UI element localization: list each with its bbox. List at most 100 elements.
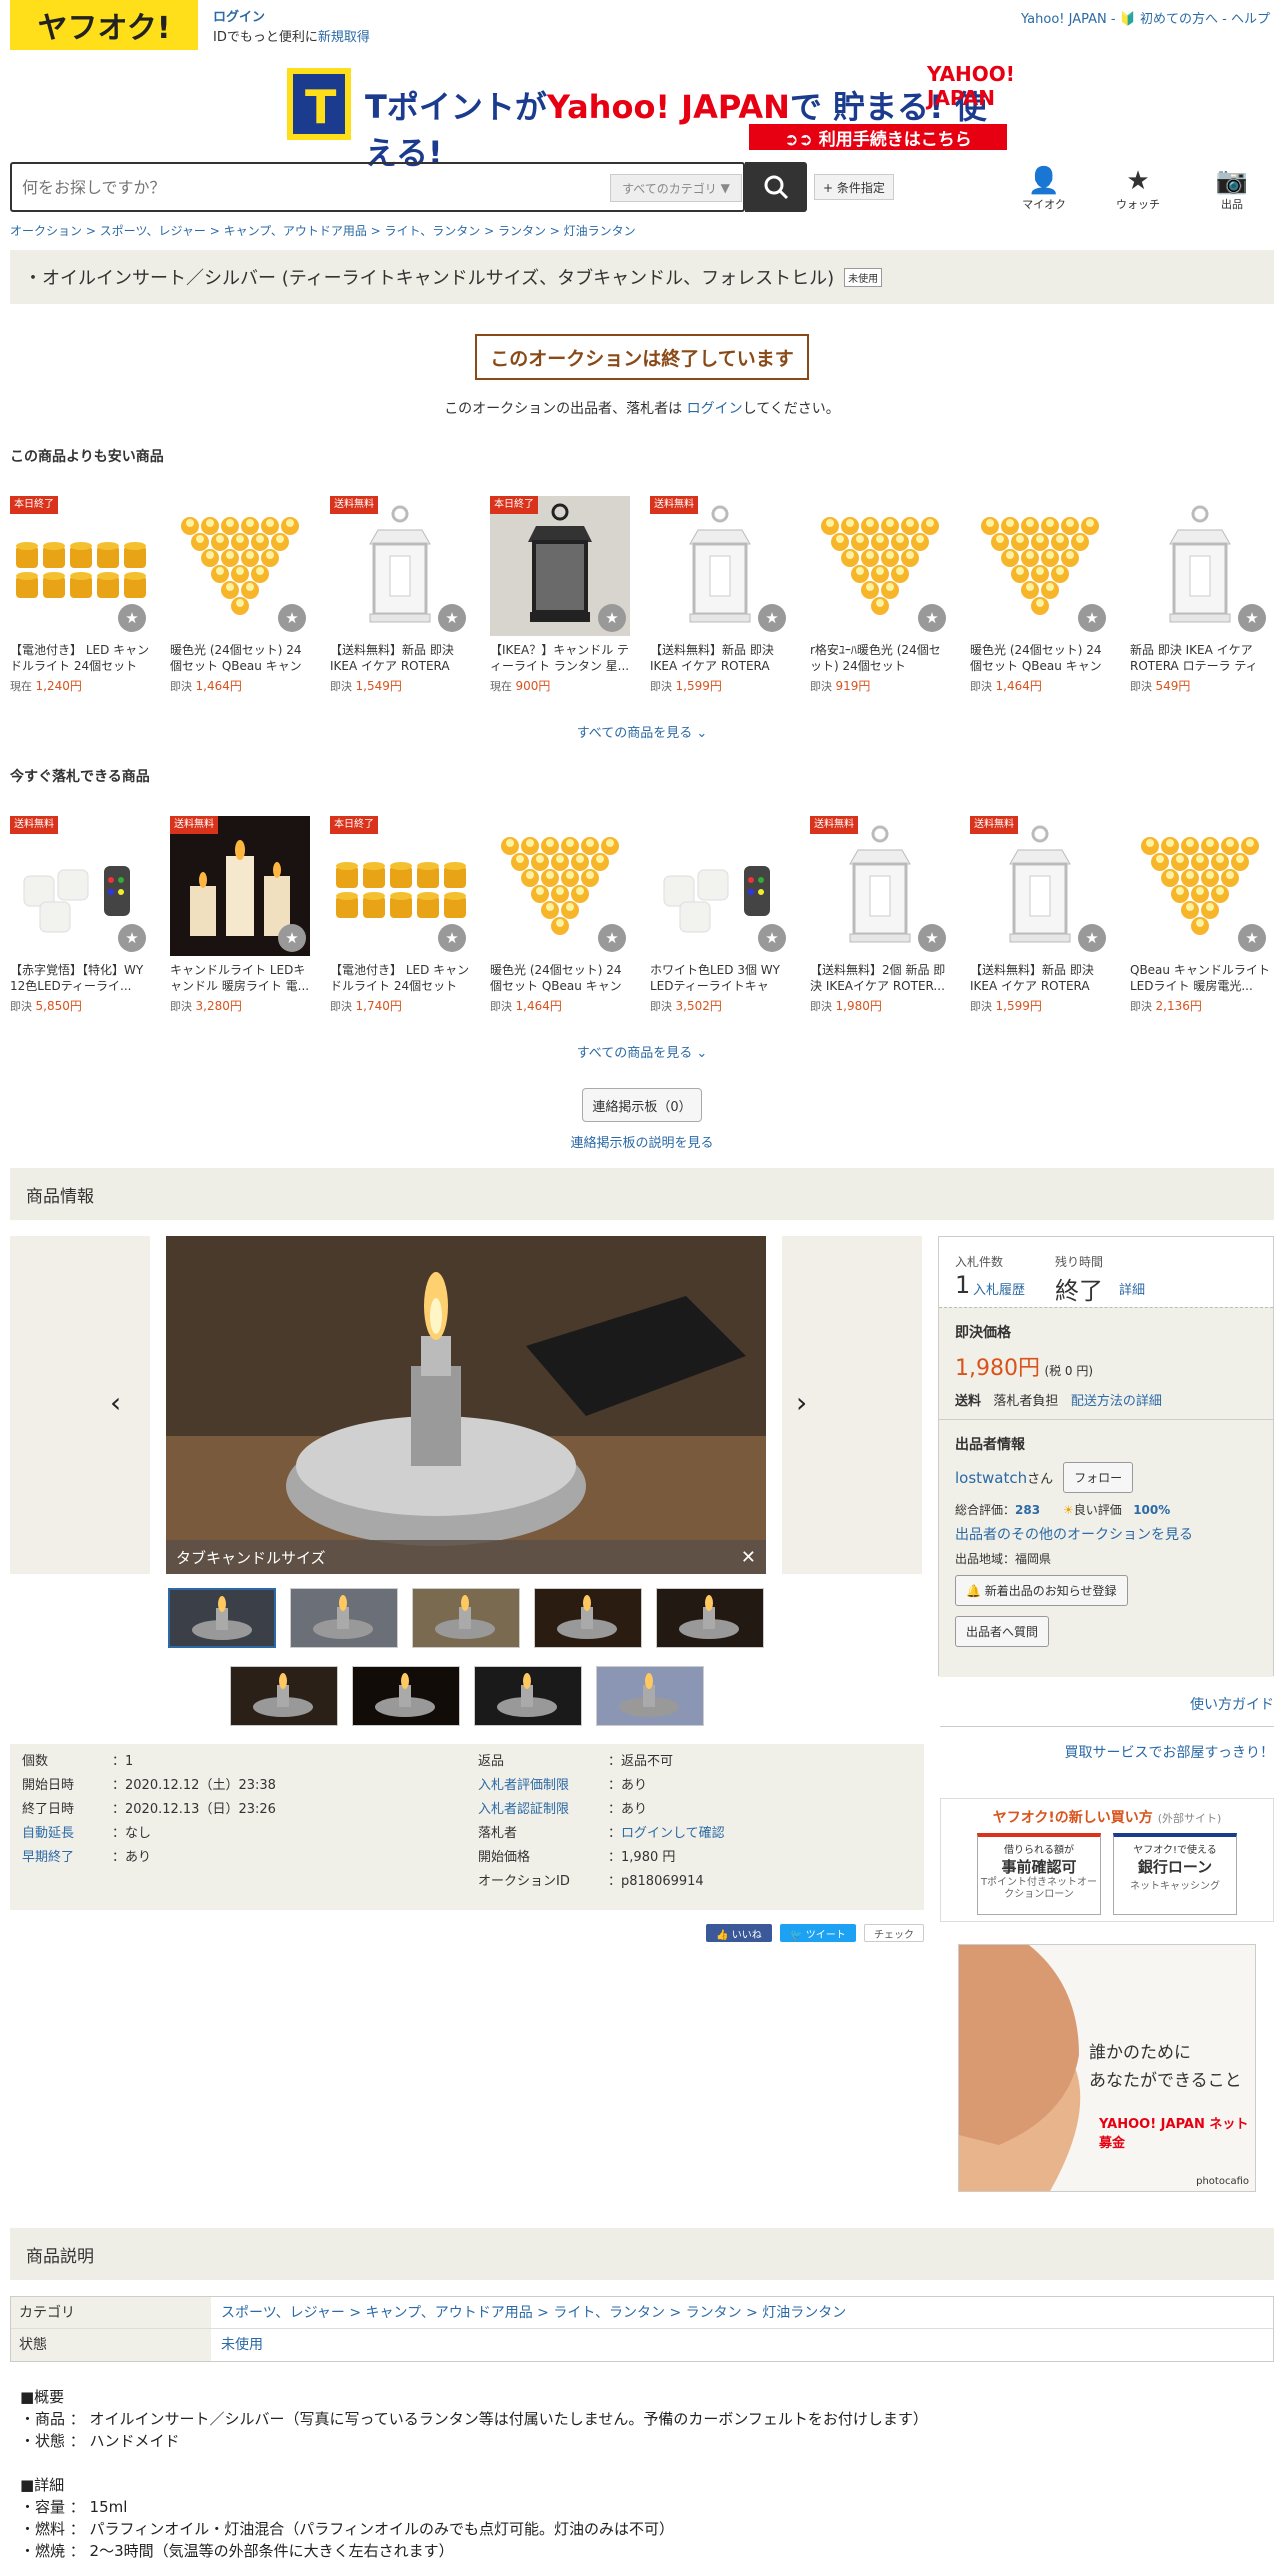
buynow-item-card[interactable]: ★ QBeau キャンドルライト LEDライト 暖房電光... 即決 2,136円 [1130, 816, 1270, 1015]
buynow-see-all-link[interactable]: すべての商品を見る ⌄ [0, 1042, 1284, 1061]
search-button[interactable] [745, 162, 807, 212]
rating-value[interactable]: 283 [1015, 1503, 1040, 1517]
watch-star-icon[interactable]: ★ [758, 924, 786, 952]
usage-guide-link[interactable]: 使い方ガイド [1190, 1694, 1274, 1714]
product-thumbnail[interactable]: 本日終了 ★ [330, 816, 470, 956]
buyback-service-link[interactable]: 買取サービスでお部屋すっきり！ [1065, 1742, 1274, 1762]
product-thumbnail[interactable]: ★ [650, 816, 790, 956]
gallery-thumbnail[interactable] [290, 1588, 398, 1648]
item-title[interactable]: QBeau キャンドルライト LEDライト 暖房電光... [1130, 962, 1270, 994]
ended-login-link[interactable]: ログイン [687, 401, 743, 417]
product-thumbnail[interactable]: ★ [170, 496, 310, 636]
desc-category-link[interactable]: スポーツ、レジャー > キャンプ、アウトドア用品 > ライト、ランタン > ラン… [211, 2297, 846, 2328]
breadcrumb[interactable]: オークション > スポーツ、レジャー > キャンプ、アウトドア用品 > ライト、… [10, 222, 636, 239]
watch-star-icon[interactable]: ★ [918, 604, 946, 632]
item-title[interactable]: 【電池付き】 LED キャンドルライト 24個セット ... [330, 962, 470, 994]
watch-star-icon[interactable]: ★ [118, 604, 146, 632]
item-title[interactable]: 【送料無料】2個 新品 即決 IKEAイケア ROTER... [810, 962, 950, 994]
watch-star-icon[interactable]: ★ [1238, 924, 1266, 952]
gallery-thumbnail[interactable] [168, 1588, 276, 1648]
product-thumbnail[interactable]: ★ [810, 496, 950, 636]
watch-star-icon[interactable]: ★ [1238, 604, 1266, 632]
banner-signup-button[interactable]: ➲➲ 利用手続きはこちら [749, 124, 1007, 150]
watch-star-icon[interactable]: ★ [438, 924, 466, 952]
cheaper-item-card[interactable]: ★ 新品 即決 IKEA イケア ROTERA ロテーラ ティー... 即決 549… [1130, 496, 1270, 695]
item-title[interactable]: 暖色光 (24個セット) 24個セット QBeau キャンド... [170, 642, 310, 674]
yahuoku-logo[interactable]: ヤフオク! [10, 0, 198, 50]
watch-star-icon[interactable]: ★ [278, 924, 306, 952]
product-thumbnail[interactable]: 送料無料 ★ [970, 816, 1110, 956]
tweet-button[interactable]: 🐦 ツイート [780, 1924, 856, 1942]
prev-image-preview[interactable]: ‹ [10, 1236, 150, 1574]
watch-star-icon[interactable]: ★ [918, 924, 946, 952]
buynow-item-card[interactable]: 送料無料 ★ キャンドルライト LEDキャンドル 暖房ライト 電... 即決 3,28… [170, 816, 310, 1015]
cheaper-item-card[interactable]: 送料無料 ★ 【送料無料】新品 即決 IKEA イケア ROTERA ロ... 即決 … [330, 496, 470, 695]
product-thumbnail[interactable]: 本日終了 ★ [10, 496, 150, 636]
signup-link[interactable]: 新規取得 [318, 30, 370, 45]
loan-precheck-button[interactable]: 借りられる額が 事前確認可 Tポイント付きネットオークションローン [977, 1833, 1101, 1915]
login-link[interactable]: ログイン [213, 10, 265, 25]
category-select[interactable]: すべてのカテゴリ ▼ [610, 174, 742, 202]
detail-key[interactable]: 入札者認証制限 [478, 1798, 608, 1822]
next-arrow-icon[interactable]: › [796, 1386, 807, 1419]
buynow-item-card[interactable]: 送料無料 ★ 【送料無料】新品 即決 IKEA イケア ROTERA ロ... 即決 … [970, 816, 1110, 1015]
watch-star-icon[interactable]: ★ [598, 924, 626, 952]
facebook-like-button[interactable]: 👍 いいね [706, 1924, 772, 1942]
watch-star-icon[interactable]: ★ [598, 604, 626, 632]
nav-watch[interactable]: ★ ウォッチ [1108, 166, 1168, 212]
message-board-button[interactable]: 連絡掲示板（0） [582, 1088, 702, 1122]
product-thumbnail[interactable]: 送料無料 ★ [330, 496, 470, 636]
cheaper-item-card[interactable]: ★ 暖色光 (24個セット) 24個セット QBeau キャンド... 即決 1,4… [170, 496, 310, 695]
item-title[interactable]: 新品 即決 IKEA イケア ROTERA ロテーラ ティー... [1130, 642, 1270, 674]
search-input[interactable] [22, 172, 612, 202]
prev-arrow-icon[interactable]: ‹ [110, 1386, 121, 1419]
buynow-item-card[interactable]: 送料無料 ★ 【赤字覚悟】【特化】WY 12色LEDティーライ... 即決 5,850… [10, 816, 150, 1015]
main-product-image[interactable]: タブキャンドルサイズ ✕ [166, 1236, 766, 1574]
close-caption-icon[interactable]: ✕ [741, 1547, 756, 1568]
product-thumbnail[interactable]: ★ [1130, 496, 1270, 636]
conditions-button[interactable]: + 条件指定 [814, 174, 894, 200]
gallery-thumbnail[interactable] [656, 1588, 764, 1648]
gallery-thumbnail[interactable] [412, 1588, 520, 1648]
item-title[interactable]: 【電池付き】 LED キャンドルライト 24個セット ... [10, 642, 150, 674]
desc-condition-link[interactable]: 未使用 [211, 2329, 263, 2361]
donation-ad[interactable]: 誰かのために あなたができること YAHOO! JAPAN ネット募金 photo… [958, 1944, 1256, 2192]
gallery-thumbnail[interactable] [352, 1666, 460, 1726]
gallery-thumbnail[interactable] [596, 1666, 704, 1726]
cheaper-see-all-link[interactable]: すべての商品を見る ⌄ [0, 722, 1284, 741]
gallery-thumbnail[interactable] [534, 1588, 642, 1648]
cheaper-item-card[interactable]: ★ r格安ﾕｰﾊ暖色光 (24個セット) 24個セット QBea... 即決 919… [810, 496, 950, 695]
detail-key[interactable]: 早期終了 [22, 1846, 112, 1870]
watch-star-icon[interactable]: ★ [118, 924, 146, 952]
seller-name-link[interactable]: lostwatch [955, 1469, 1027, 1487]
watch-star-icon[interactable]: ★ [278, 604, 306, 632]
item-title[interactable]: キャンドルライト LEDキャンドル 暖房ライト 電... [170, 962, 310, 994]
cheaper-item-card[interactable]: ★ 暖色光 (24個セット) 24個セット QBeau キャンド... 即決 1,4… [970, 496, 1110, 695]
shipping-detail-link[interactable]: 配送方法の詳細 [1071, 1394, 1162, 1409]
cheaper-item-card[interactable]: 本日終了 ★ 【IKEA？】キャンドル ティーライト ランタン 星... 現在 900… [490, 496, 630, 695]
watch-star-icon[interactable]: ★ [758, 604, 786, 632]
watch-star-icon[interactable]: ★ [1078, 604, 1106, 632]
product-thumbnail[interactable]: ★ [1130, 816, 1270, 956]
item-title[interactable]: 【送料無料】新品 即決 IKEA イケア ROTERA ロ... [650, 642, 790, 674]
item-title[interactable]: 暖色光 (24個セット) 24個セット QBeau キャンド... [490, 962, 630, 994]
ask-seller-button[interactable]: 出品者へ質問 [955, 1616, 1050, 1647]
watch-star-icon[interactable]: ★ [438, 604, 466, 632]
bank-loan-button[interactable]: ヤフオク!で使える 銀行ローン ネットキャッシング [1113, 1833, 1237, 1915]
product-thumbnail[interactable]: 送料無料 ★ [810, 816, 950, 956]
item-title[interactable]: 【IKEA？】キャンドル ティーライト ランタン 星... [490, 642, 630, 674]
watch-star-icon[interactable]: ★ [1078, 924, 1106, 952]
remaining-detail-link[interactable]: 詳細 [1119, 1279, 1145, 1298]
item-title[interactable]: 【送料無料】新品 即決 IKEA イケア ROTERA ロ... [970, 962, 1110, 994]
good-rating-value[interactable]: 100% [1133, 1503, 1170, 1517]
product-thumbnail[interactable]: 送料無料 ★ [10, 816, 150, 956]
detail-key[interactable]: 入札者評価制限 [478, 1774, 608, 1798]
gallery-thumbnail[interactable] [230, 1666, 338, 1726]
message-board-help-link[interactable]: 連絡掲示板の説明を見る [0, 1132, 1284, 1151]
buynow-item-card[interactable]: ★ ホワイト色LED 3個 WY LEDティーライトキャン... 即決 3,502円 [650, 816, 790, 1015]
product-thumbnail[interactable]: ★ [490, 816, 630, 956]
header-links[interactable]: Yahoo! JAPAN - 🔰 初めての方へ - ヘルプ [1021, 8, 1270, 27]
bid-history-link[interactable]: 入札履歴 [973, 1279, 1025, 1298]
new-listing-alert-button[interactable]: 🔔 新着出品のお知らせ登録 [955, 1575, 1128, 1606]
item-title[interactable]: r格安ﾕｰﾊ暖色光 (24個セット) 24個セット QBea... [810, 642, 950, 674]
